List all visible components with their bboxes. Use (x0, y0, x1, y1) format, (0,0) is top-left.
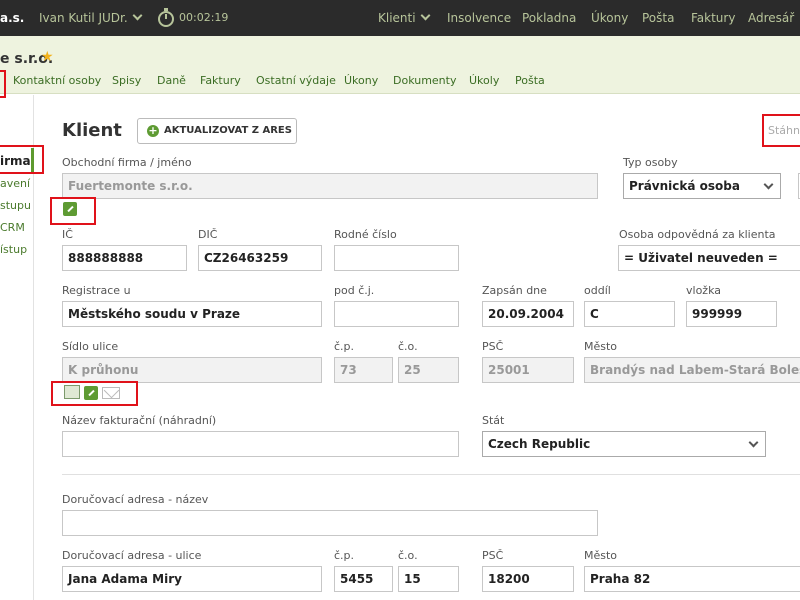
sidlo-field[interactable]: K průhonu (62, 357, 322, 383)
nav-klienti[interactable]: Klienti (378, 10, 431, 25)
psc-label: PSČ (482, 340, 504, 353)
chevron-down-icon (748, 437, 759, 448)
tab-ukony[interactable]: Úkony (344, 74, 378, 87)
user-name: Ivan Kutil JUDr. (39, 11, 128, 25)
dor-co-label: č.o. (398, 549, 418, 562)
sidebar-item-pristup[interactable]: ístup (0, 243, 27, 256)
registrace-label: Registrace u (62, 284, 131, 297)
plus-icon: + (147, 124, 159, 137)
dic-field[interactable]: CZ26463259 (198, 245, 322, 271)
nav-faktury[interactable]: Faktury (691, 11, 735, 25)
user-menu[interactable]: Ivan Kutil JUDr. (39, 10, 143, 25)
typ-osoby-select[interactable]: Právnická osoba (623, 173, 781, 199)
dor-nazev-field[interactable] (62, 510, 598, 536)
chevron-down-icon (420, 10, 431, 21)
dor-psc-field[interactable]: 18200 (482, 566, 574, 592)
tab-dokumenty[interactable]: Dokumenty (393, 74, 456, 87)
highlight-box (762, 114, 800, 147)
psc-field[interactable]: 25001 (482, 357, 574, 383)
obchodni-field[interactable]: Fuertemonte s.r.o. (62, 173, 598, 199)
dor-cp-label: č.p. (334, 549, 355, 562)
sidebar-item-postupu[interactable]: stupu (0, 199, 31, 212)
highlight-box (0, 70, 6, 98)
tab-faktury[interactable]: Faktury (200, 74, 241, 87)
tab-kontaktni-osoby[interactable]: Kontaktní osoby (13, 74, 101, 87)
osoba-label: Osoba odpovědná za klienta (619, 228, 776, 241)
rc-label: Rodné číslo (334, 228, 397, 241)
vlozka-field[interactable]: 999999 (686, 301, 777, 327)
oddil-field[interactable]: C (584, 301, 675, 327)
zapsan-label: Zapsán dne (482, 284, 547, 297)
highlight-box (50, 197, 96, 225)
sidebar-item-crm[interactable]: CRM (0, 221, 25, 234)
ic-field[interactable]: 888888888 (62, 245, 187, 271)
dor-mesto-label: Město (584, 549, 618, 562)
dor-cp-field[interactable]: 5455 (334, 566, 393, 592)
tab-ostatni-vydaje[interactable]: Ostatní výdaje (256, 74, 336, 87)
vlozka-label: vložka (686, 284, 721, 297)
tab-posta[interactable]: Pošta (515, 74, 545, 87)
nazev-fakt-label: Název fakturační (náhradní) (62, 414, 217, 427)
obchodni-label: Obchodní firma / jméno (62, 156, 192, 169)
dor-ulice-field[interactable]: Jana Adama Miry (62, 566, 322, 592)
nav-ukony[interactable]: Úkony (591, 11, 628, 25)
dor-co-field[interactable]: 15 (398, 566, 459, 592)
nav-klienti-label: Klienti (378, 11, 416, 25)
timer-value: 00:02:19 (179, 11, 229, 24)
highlight-box (51, 381, 138, 406)
nav-pokladna[interactable]: Pokladna (522, 11, 576, 25)
typ-osoby-label: Typ osoby (623, 156, 678, 169)
dor-mesto-field[interactable]: Praha 82 (584, 566, 800, 592)
cp-field[interactable]: 73 (334, 357, 393, 383)
top-bar: a.s. Ivan Kutil JUDr. 00:02:19 Klienti I… (0, 0, 800, 36)
stat-value: Czech Republic (488, 437, 591, 451)
oddil-label: oddíl (584, 284, 611, 297)
page-title: Klient (62, 120, 122, 141)
pod-field[interactable] (334, 301, 459, 327)
nav-adresar[interactable]: Adresář (748, 11, 794, 25)
co-label: č.o. (398, 340, 418, 353)
section-divider (62, 474, 800, 475)
mesto-label: Město (584, 340, 618, 353)
ic-label: IČ (62, 228, 73, 241)
co-field[interactable]: 25 (398, 357, 459, 383)
star-icon[interactable]: ★ (41, 49, 54, 65)
sidebar-item-nastaveni[interactable]: avení (0, 177, 30, 190)
stopwatch-icon[interactable] (156, 6, 176, 28)
dor-nazev-label: Doručovací adresa - název (62, 493, 209, 506)
chevron-down-icon (763, 179, 774, 190)
tab-ukoly[interactable]: Úkoly (469, 74, 499, 87)
mesto-field[interactable]: Brandýs nad Labem-Stará Boleslav 1 (584, 357, 800, 383)
sidlo-label: Sídlo ulice (62, 340, 119, 353)
nav-insolvence[interactable]: Insolvence (447, 11, 511, 25)
chevron-down-icon (132, 10, 143, 21)
brand-name: a.s. (0, 11, 25, 25)
stat-label: Stát (482, 414, 505, 427)
client-header: e s.r.o. ★ Kontaktní osoby Spisy Daně Fa… (0, 36, 800, 94)
typ-osoby-value: Právnická osoba (629, 179, 740, 193)
pod-label: pod č.j. (334, 284, 375, 297)
nav-posta[interactable]: Pošta (642, 11, 674, 25)
tab-spisy[interactable]: Spisy (112, 74, 141, 87)
nazev-fakt-field[interactable] (62, 431, 459, 457)
cp-label: č.p. (334, 340, 355, 353)
tab-dane[interactable]: Daně (157, 74, 186, 87)
registrace-field[interactable]: Městského soudu v Praze (62, 301, 322, 327)
dor-psc-label: PSČ (482, 549, 504, 562)
dor-ulice-label: Doručovací adresa - ulice (62, 549, 202, 562)
ares-update-button[interactable]: + AKTUALIZOVAT Z ARES (137, 118, 297, 144)
highlight-box (0, 145, 44, 174)
ares-button-label: AKTUALIZOVAT Z ARES (164, 125, 292, 136)
stat-select[interactable]: Czech Republic (482, 431, 766, 457)
dic-label: DIČ (198, 228, 218, 241)
zapsan-field[interactable]: 20.09.2004 (482, 301, 574, 327)
rc-field[interactable] (334, 245, 459, 271)
osoba-select[interactable]: = Uživatel neuveden = (618, 245, 800, 271)
